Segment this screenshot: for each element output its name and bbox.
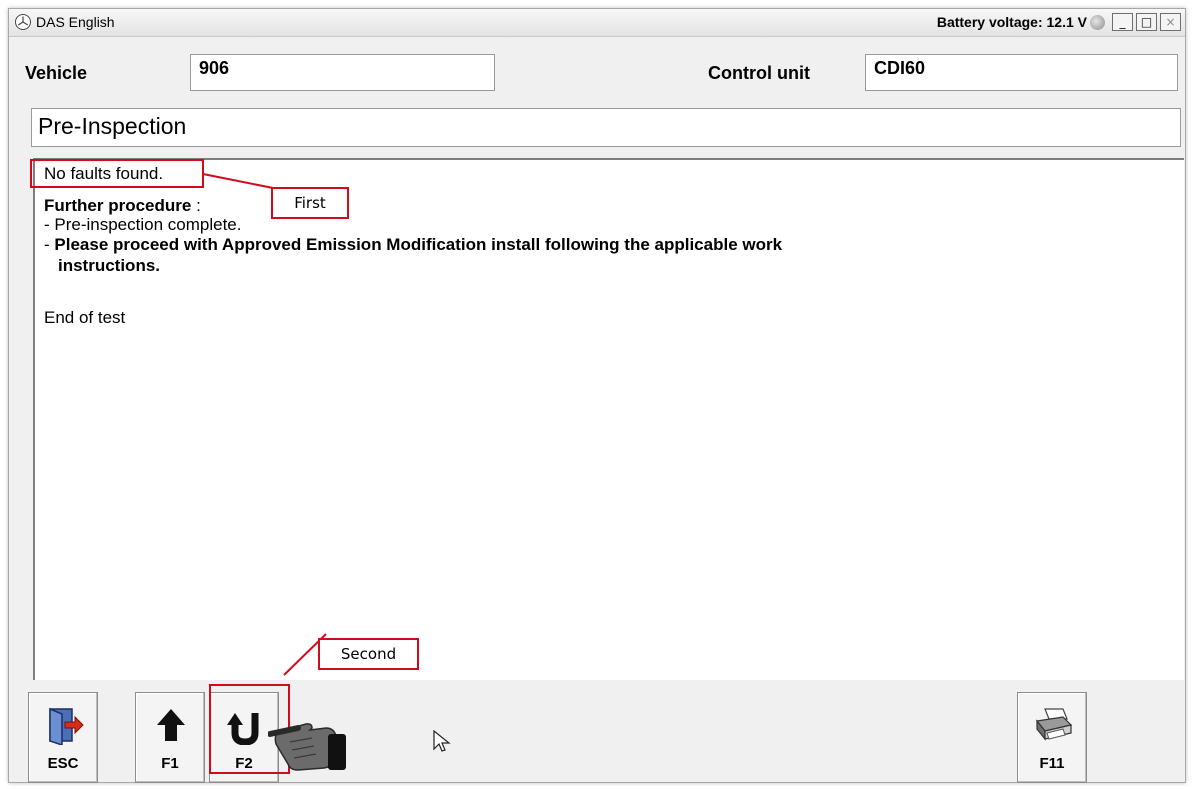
- voltage-gauge-icon: [1090, 15, 1105, 30]
- window-title: DAS English: [36, 14, 115, 30]
- f1-button[interactable]: F1: [135, 692, 205, 783]
- step-2: - Please proceed with Approved Emission …: [44, 235, 782, 255]
- step-2-continuation: instructions.: [58, 256, 161, 275]
- control-unit-label: Control unit: [708, 63, 810, 83]
- close-button[interactable]: ×: [1160, 13, 1181, 31]
- further-procedure-colon: :: [191, 196, 201, 215]
- esc-label: ESC: [47, 755, 79, 772]
- up-arrow-icon: [157, 709, 185, 741]
- printer-icon: [1035, 708, 1073, 741]
- maximize-button[interactable]: □: [1136, 13, 1157, 31]
- step-2-text: Please proceed with Approved Emission Mo…: [54, 235, 783, 254]
- first-annotation-label: First: [271, 187, 349, 219]
- second-annotation-label: Second: [318, 638, 419, 670]
- f11-label: F11: [1039, 755, 1065, 772]
- f1-label: F1: [161, 755, 179, 772]
- further-procedure-heading: Further procedure :: [44, 196, 201, 216]
- f11-button[interactable]: F11: [1017, 692, 1087, 783]
- battery-voltage: Battery voltage: 12.1 V: [936, 14, 1087, 30]
- result-panel: No faults found. Further procedure : - P…: [33, 158, 1184, 680]
- step-2-dash: -: [44, 235, 55, 254]
- title-bar: DAS English Battery voltage: 12.1 V _ □ …: [9, 9, 1185, 37]
- further-procedure-label: Further procedure: [44, 196, 192, 215]
- control-unit-field: CDI60: [865, 54, 1178, 91]
- mercedes-star-icon: [15, 14, 31, 30]
- das-window: DAS English Battery voltage: 12.1 V _ □ …: [8, 8, 1186, 783]
- step-1: - Pre-inspection complete.: [44, 215, 242, 234]
- minimize-button[interactable]: _: [1112, 13, 1133, 31]
- esc-button[interactable]: ESC: [28, 692, 98, 783]
- second-highlight-box: [209, 684, 290, 774]
- section-title: Pre-Inspection: [31, 108, 1181, 147]
- end-of-test: End of test: [44, 308, 126, 327]
- first-highlight-box: [30, 159, 204, 188]
- vehicle-label: Vehicle: [25, 63, 88, 83]
- exit-door-icon: [49, 707, 84, 745]
- vehicle-field: 906: [190, 54, 495, 91]
